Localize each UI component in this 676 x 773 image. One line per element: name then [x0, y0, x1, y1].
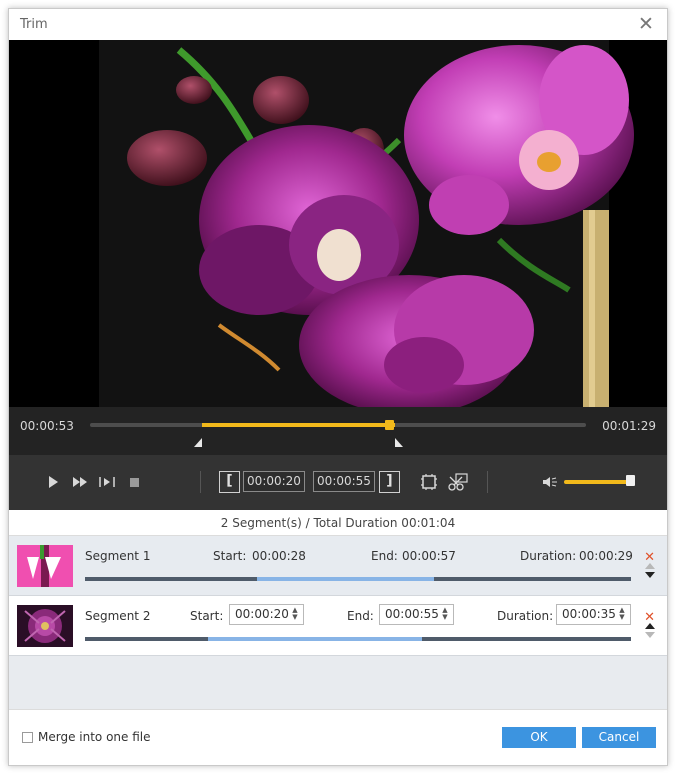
- volume-button[interactable]: [541, 472, 559, 492]
- start-label: Start:: [190, 609, 224, 623]
- segment-list: Segment 1 Start: 00:00:28 End: 00:00:57 …: [9, 536, 667, 709]
- crop-icon: [421, 474, 437, 490]
- timeline-track[interactable]: [90, 420, 586, 430]
- volume-icon: [543, 477, 557, 487]
- dialog-title: Trim: [20, 17, 48, 32]
- segment-thumbnail: [17, 605, 73, 647]
- segment-range-selection: [207, 637, 422, 641]
- segment-thumbnail: [17, 545, 73, 587]
- orchid-frame-image: [9, 40, 667, 407]
- segment-thumbnail-image: [17, 605, 73, 647]
- end-label: End:: [371, 549, 398, 563]
- stop-button[interactable]: [129, 472, 141, 492]
- video-preview[interactable]: [9, 40, 667, 407]
- stepper-arrows-icon[interactable]: ▲ ▼: [291, 607, 299, 621]
- start-value: 00:00:20: [235, 607, 289, 621]
- duration-input[interactable]: 00:00:35 ▲ ▼: [556, 604, 631, 625]
- timeline-area: 00:00:53 00:01:29: [9, 407, 667, 455]
- playback-controls: [ 00:00:20 00:00:55 ]: [9, 455, 667, 510]
- move-up-icon[interactable]: [645, 563, 655, 569]
- end-time-display[interactable]: 00:00:55: [313, 471, 375, 492]
- video-player: 00:00:53 00:01:29 [ 00:00:20 00:00:55]: [9, 40, 667, 510]
- fast-forward-icon: [73, 477, 87, 487]
- crop-button[interactable]: [419, 472, 439, 492]
- title-bar: Trim ✕: [9, 9, 667, 40]
- cancel-button[interactable]: Cancel: [582, 727, 656, 748]
- frame-step-icon: [99, 477, 115, 487]
- start-label: Start:: [213, 549, 247, 563]
- start-marker-handle[interactable]: [193, 438, 202, 447]
- close-icon[interactable]: ✕: [636, 14, 656, 34]
- trim-dialog: Trim ✕ 00:00:53 00:01:29 [00:00:20 00:0…: [8, 8, 668, 766]
- segment-name: Segment 2: [85, 609, 151, 623]
- end-label: End:: [347, 609, 374, 623]
- volume-slider[interactable]: [564, 480, 631, 484]
- scissors-icon: [448, 473, 468, 491]
- playhead-handle[interactable]: [384, 420, 394, 430]
- move-down-icon[interactable]: [645, 572, 655, 578]
- timeline-selection: [201, 423, 396, 427]
- volume-slider-handle[interactable]: [626, 475, 636, 486]
- move-up-icon[interactable]: [645, 623, 655, 629]
- play-button[interactable]: [45, 472, 61, 492]
- end-marker-handle[interactable]: [395, 438, 404, 447]
- ok-button[interactable]: OK: [502, 727, 576, 748]
- move-down-icon[interactable]: [645, 632, 655, 638]
- play-icon: [49, 476, 58, 488]
- end-time-input[interactable]: 00:00:55 ▲ ▼: [379, 604, 454, 625]
- start-time-display[interactable]: 00:00:20: [243, 471, 305, 492]
- total-time: 00:01:29: [602, 419, 656, 433]
- stepper-arrows-icon[interactable]: ▲ ▼: [441, 607, 449, 621]
- duration-label: Duration:: [520, 549, 577, 563]
- cut-button[interactable]: [447, 472, 469, 492]
- segment-row[interactable]: Segment 2 Start: 00:00:20 ▲ ▼ End: 00:00:…: [9, 596, 667, 656]
- start-value: 00:00:28: [252, 549, 306, 563]
- segment-name: Segment 1: [85, 549, 151, 563]
- segment-range-selection: [256, 577, 435, 581]
- segments-summary: 2 Segment(s) / Total Duration 00:01:04: [9, 510, 667, 536]
- segment-range-bar: [85, 637, 631, 641]
- end-value: 00:00:57: [402, 549, 456, 563]
- end-value: 00:00:55: [385, 607, 439, 621]
- set-start-button[interactable]: [: [219, 471, 240, 493]
- stepper-arrows-icon[interactable]: ▲ ▼: [618, 607, 626, 621]
- duration-value: 00:00:29: [579, 549, 633, 563]
- merge-label[interactable]: Merge into one file: [38, 730, 151, 744]
- frame-step-button[interactable]: [98, 472, 116, 492]
- start-time-input[interactable]: 00:00:20 ▲ ▼: [229, 604, 304, 625]
- segment-thumbnail-image: [17, 545, 73, 587]
- stop-icon: [130, 478, 139, 487]
- duration-label: Duration:: [497, 609, 554, 623]
- separator: [200, 471, 201, 493]
- merge-checkbox[interactable]: [22, 732, 33, 743]
- segment-row[interactable]: Segment 1 Start: 00:00:28 End: 00:00:57 …: [9, 536, 667, 596]
- duration-value: 00:00:35: [562, 607, 616, 621]
- separator: [487, 471, 488, 493]
- dialog-footer: Merge into one file OK Cancel: [9, 709, 667, 765]
- segment-range-bar: [85, 577, 631, 581]
- current-time: 00:00:53: [20, 419, 74, 433]
- set-end-button[interactable]: ]: [379, 471, 400, 493]
- fast-forward-button[interactable]: [71, 472, 89, 492]
